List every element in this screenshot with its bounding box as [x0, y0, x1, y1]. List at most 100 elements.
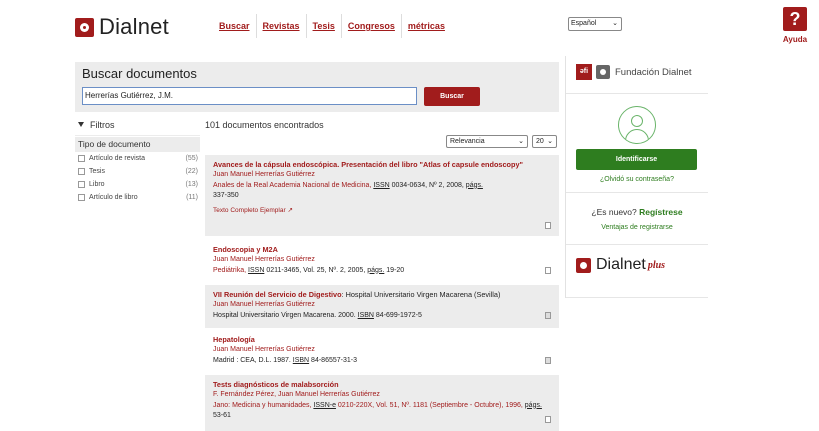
- filter-count: (22): [185, 168, 198, 175]
- source-detail: 0034-0634, Nº 2, 2008,: [389, 181, 466, 189]
- filter-checkbox[interactable]: [78, 194, 85, 201]
- result-author[interactable]: F. Fernández Pérez, Juan Manuel Herrería…: [213, 390, 551, 401]
- plus-word: plus: [647, 259, 666, 271]
- plus-logo-text: Dialnet: [596, 256, 646, 273]
- sort-value: Relevancia: [450, 138, 485, 145]
- language-value: Español: [571, 20, 597, 27]
- filters-title: Filtros: [90, 119, 115, 130]
- sidebar: ǝfi Fundación Dialnet Identificarse ¿Olv…: [565, 56, 708, 298]
- chevron-down-icon: ⌄: [612, 20, 618, 27]
- isbn-value: 84-86557-31-3: [309, 356, 357, 364]
- register-prompt: ¿Es nuevo? Regístrese: [566, 207, 708, 217]
- result-author[interactable]: Juan Manuel Herrerías Gutiérrez: [213, 255, 551, 266]
- result-author[interactable]: Juan Manuel Herrerías Gutiérrez: [213, 170, 551, 181]
- result-title[interactable]: Endoscopia y M2A: [213, 244, 551, 255]
- filter-count: (13): [185, 181, 198, 188]
- filter-item[interactable]: Tesis (22): [75, 165, 200, 178]
- filter-checkbox[interactable]: [78, 155, 85, 162]
- filter-label: Tesis: [89, 168, 105, 175]
- search-input[interactable]: Herrerías Gutiérrez, J.M.: [82, 87, 417, 105]
- result-item: Avances de la cápsula endoscópica. Prese…: [205, 155, 559, 236]
- source-detail: 0211-3465, Vol. 25, Nº. 2, 2005,: [264, 266, 368, 274]
- book-icon: [545, 312, 551, 319]
- language-select[interactable]: Español ⌄: [568, 17, 622, 31]
- result-source: Pediátrika, ISSN 0211-3465, Vol. 25, Nº.…: [213, 266, 551, 277]
- dialnet-plus-logo[interactable]: Dialnet plus: [576, 256, 665, 274]
- chevron-down-icon: ⌄: [547, 138, 553, 145]
- nav-revistas[interactable]: Revistas: [257, 14, 307, 38]
- filter-label: Artículo de libro: [89, 194, 138, 201]
- source-journal[interactable]: Jano: Medicina y humanidades,: [213, 402, 313, 409]
- search-button[interactable]: Buscar: [424, 87, 480, 106]
- search-panel: Buscar documentos Herrerías Gutiérrez, J…: [75, 62, 559, 112]
- nav-buscar[interactable]: Buscar: [213, 14, 257, 38]
- issn-label: ISSN-e: [313, 401, 336, 409]
- forgot-password-link[interactable]: ¿Olvidó su contraseña?: [566, 176, 708, 183]
- register-advantages-link[interactable]: Ventajas de registrarse: [566, 224, 708, 231]
- filter-count: (11): [186, 194, 198, 201]
- result-author[interactable]: Juan Manuel Herrerías Gutiérrez: [213, 300, 551, 311]
- dialnet-logo-icon: [75, 17, 94, 37]
- isbn-label: ISBN: [292, 356, 310, 364]
- help-button[interactable]: ? Ayuda: [782, 7, 808, 44]
- filters-header[interactable]: Filtros: [75, 114, 200, 136]
- help-label: Ayuda: [782, 35, 808, 44]
- filter-section-title: Tipo de documento: [75, 137, 200, 152]
- register-question: ¿Es nuevo?: [591, 207, 640, 217]
- source-pages: 19-20: [384, 266, 405, 274]
- filter-item[interactable]: Libro (13): [75, 178, 200, 191]
- nav-tesis[interactable]: Tesis: [307, 14, 342, 38]
- logo-text: Dialnet: [99, 14, 169, 39]
- result-source: Jano: Medicina y humanidades, ISSN-e 021…: [213, 401, 551, 422]
- result-item: VII Reunión del Servicio de Digestivo: H…: [205, 285, 559, 328]
- external-link-icon: ↗: [287, 206, 293, 214]
- result-item: Hepatología Juan Manuel Herrerías Gutiér…: [205, 330, 559, 372]
- nav-metricas[interactable]: métricas: [402, 14, 451, 38]
- filters-panel: Filtros Tipo de documento Artículo de re…: [75, 114, 200, 204]
- filter-label: Libro: [89, 181, 105, 188]
- register-link[interactable]: Regístrese: [639, 207, 682, 217]
- result-title[interactable]: Hepatología: [213, 334, 551, 345]
- result-title-row: VII Reunión del Servicio de Digestivo: H…: [213, 289, 551, 300]
- filter-checkbox[interactable]: [78, 168, 85, 175]
- result-subtitle: : Hospital Universitario Virgen Macarena…: [341, 290, 501, 299]
- book-icon: [545, 357, 551, 364]
- filter-item[interactable]: Artículo de revista (55): [75, 152, 200, 165]
- result-author[interactable]: Juan Manuel Herrerías Gutiérrez: [213, 345, 551, 356]
- header: Dialnet Buscar Revistas Tesis Congresos …: [0, 0, 819, 56]
- divider: [566, 297, 708, 298]
- source-journal[interactable]: Anales de la Real Academia Nacional de M…: [213, 182, 373, 189]
- result-item: Endoscopia y M2A Juan Manuel Herrerías G…: [205, 240, 559, 284]
- container-text: Hospital Universitario Virgen Macarena. …: [213, 311, 358, 319]
- main-nav: Buscar Revistas Tesis Congresos métricas: [213, 14, 451, 38]
- full-text-link[interactable]: Texto Completo Ejemplar ↗: [213, 205, 551, 217]
- divider: [566, 93, 708, 94]
- search-title: Buscar documentos: [82, 66, 197, 81]
- dialnet-logo-icon: [596, 65, 610, 79]
- per-page-select[interactable]: 20 ⌄: [532, 135, 557, 148]
- sort-select[interactable]: Relevancia ⌄: [446, 135, 528, 148]
- dialnet-logo-icon: [576, 257, 591, 273]
- pages-label: págs.: [524, 401, 542, 409]
- isbn-label: ISBN: [357, 311, 374, 319]
- document-icon: [545, 416, 551, 423]
- login-button[interactable]: Identificarse: [576, 149, 697, 170]
- result-title[interactable]: VII Reunión del Servicio de Digestivo: [213, 290, 342, 299]
- filter-label: Artículo de revista: [89, 155, 146, 162]
- result-title[interactable]: Avances de la cápsula endoscópica. Prese…: [213, 159, 551, 170]
- source-journal[interactable]: Pediátrika,: [213, 267, 248, 274]
- divider: [566, 244, 708, 245]
- dialnet-logo[interactable]: Dialnet: [75, 14, 169, 40]
- filter-checkbox[interactable]: [78, 181, 85, 188]
- fundacion-dialnet-logo[interactable]: ǝfi Fundación Dialnet: [576, 64, 692, 80]
- fundacion-icon: ǝfi: [576, 64, 592, 80]
- source-pages: 53-61: [213, 412, 231, 419]
- chevron-down-icon: ⌄: [518, 138, 524, 145]
- pages-label: págs.: [465, 181, 483, 189]
- full-text-label: Texto Completo Ejemplar: [213, 206, 286, 214]
- results-count: 101 documentos encontrados: [205, 120, 324, 130]
- nav-congresos[interactable]: Congresos: [342, 14, 402, 38]
- filter-item[interactable]: Artículo de libro (11): [75, 191, 200, 204]
- result-title[interactable]: Tests diagnósticos de malabsorción: [213, 379, 551, 390]
- issn-label: ISSN: [248, 266, 265, 274]
